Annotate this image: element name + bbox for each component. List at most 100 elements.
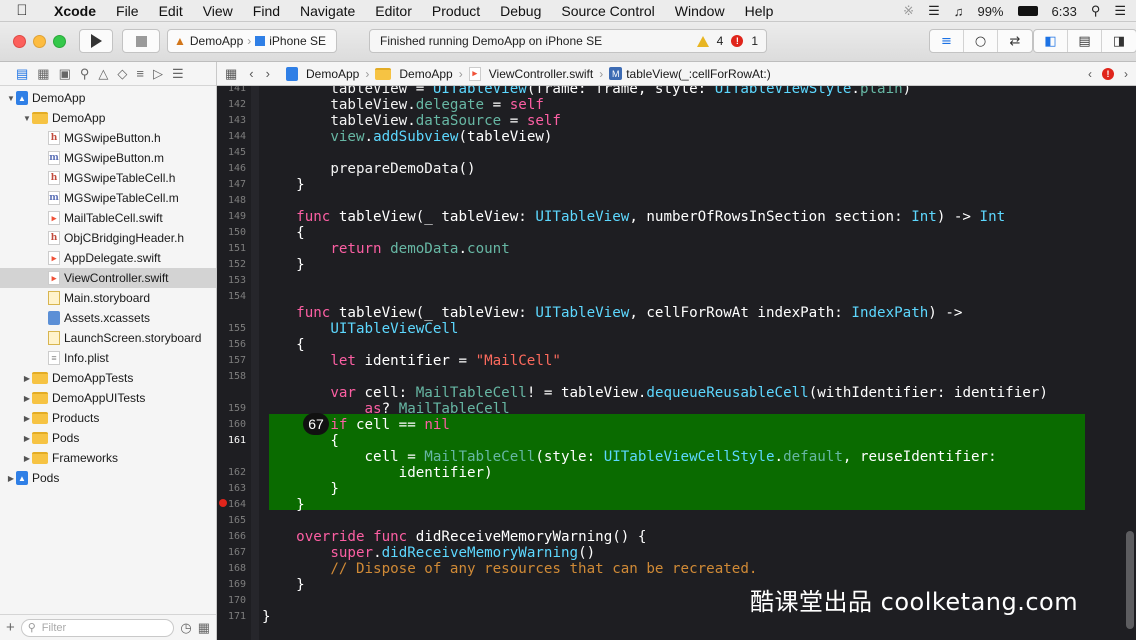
nav-item[interactable]: Main.storyboard [0, 288, 216, 308]
nav-item[interactable]: ▶ Products [0, 408, 216, 428]
line-number[interactable]: 149 [217, 209, 246, 225]
code-line[interactable]: tableView = UITableView(frame: frame, st… [262, 86, 911, 97]
line-number[interactable]: 158 [217, 369, 246, 385]
code-line[interactable]: view.addSubview(tableView) [262, 129, 552, 145]
line-number[interactable]: 153 [217, 273, 246, 289]
nav-item[interactable]: ▶ Frameworks [0, 448, 216, 468]
line-number[interactable]: 147 [217, 177, 246, 193]
breakpoint-navigator-icon[interactable]: ▷ [153, 66, 163, 82]
run-button[interactable] [79, 29, 113, 53]
project-navigator-icon[interactable]: ▤ [16, 66, 28, 82]
code-line[interactable]: } [262, 257, 305, 273]
spotlight-icon[interactable]: ⚲ [1091, 3, 1101, 19]
minimize-window-button[interactable] [33, 35, 46, 48]
line-number[interactable]: 159 [217, 401, 246, 417]
nav-item[interactable]: h ObjCBridgingHeader.h [0, 228, 216, 248]
menu-xcode[interactable]: Xcode [44, 3, 106, 19]
code-line[interactable]: let identifier = "MailCell" [262, 353, 561, 369]
debug-area-toggle-icon[interactable]: ▤ [1068, 30, 1102, 52]
line-number-gutter[interactable]: 141 142 143 144 145 146 147 148 149 150 151 152 153 1… [217, 86, 251, 640]
menu-edit[interactable]: Edit [149, 3, 193, 19]
line-number[interactable]: 151 [217, 241, 246, 257]
line-number[interactable]: 163 [217, 481, 246, 497]
line-number[interactable]: 165 [217, 513, 246, 529]
wifi-icon[interactable]: ☰ [928, 3, 940, 19]
nav-item[interactable]: ▶ ▲ Pods [0, 468, 216, 488]
disclosure-triangle-icon[interactable]: ▶ [22, 434, 32, 443]
code-line[interactable]: return demoData.count [262, 241, 509, 257]
line-number[interactable]: 162 [217, 465, 246, 481]
nav-item[interactable]: m MGSwipeButton.m [0, 148, 216, 168]
back-icon[interactable]: ‹ [249, 66, 253, 82]
line-number[interactable]: 166 [217, 529, 246, 545]
stop-button[interactable] [122, 29, 160, 53]
menu-window[interactable]: Window [665, 3, 735, 19]
activity-viewer[interactable]: Finished running DemoApp on iPhone SE 4 … [369, 29, 767, 53]
disclosure-triangle-icon[interactable]: ▶ [22, 374, 32, 383]
line-number[interactable]: 156 [217, 337, 246, 353]
report-navigator-icon[interactable]: ☰ [172, 66, 184, 82]
code-line[interactable]: } [262, 497, 305, 513]
test-navigator-icon[interactable]: ◇ [117, 66, 127, 82]
menu-source-control[interactable]: Source Control [551, 3, 664, 19]
disclosure-triangle-icon[interactable]: ▼ [6, 94, 16, 103]
warning-icon[interactable] [696, 35, 709, 47]
nav-item[interactable]: ▶ DemoAppUITests [0, 388, 216, 408]
source-editor[interactable]: 141 142 143 144 145 146 147 148 149 150 151 152 153 1… [217, 86, 1136, 640]
utilities-toggle-icon[interactable]: ◨ [1102, 30, 1136, 52]
apple-menu-icon[interactable]:  [0, 2, 44, 19]
code-line[interactable]: tableView.dataSource = self [262, 113, 561, 129]
nav-item[interactable]: ▶ DemoAppTests [0, 368, 216, 388]
line-number[interactable]: 152 [217, 257, 246, 273]
code-line[interactable]: as? MailTableCell [262, 401, 510, 417]
line-number[interactable]: 157 [217, 353, 246, 369]
debug-navigator-icon[interactable]: ≡ [136, 66, 144, 81]
line-number[interactable]: 169 [217, 577, 246, 593]
find-navigator-icon[interactable]: ⚲ [80, 66, 90, 82]
code-line[interactable]: prepareDemoData() [262, 161, 475, 177]
line-number[interactable]: 160 [217, 417, 246, 433]
bluetooth-icon[interactable]: ※ [903, 3, 914, 19]
code-line[interactable]: tableView.delegate = self [262, 97, 544, 113]
code-line[interactable]: if cell == nil [262, 417, 450, 433]
nav-item[interactable]: h MGSwipeTableCell.h [0, 168, 216, 188]
line-number[interactable]: 150 [217, 225, 246, 241]
error-marker-icon[interactable] [219, 499, 227, 507]
warning-count[interactable]: 4 [717, 34, 724, 48]
breadcrumb-project[interactable]: DemoApp [285, 66, 359, 81]
clock[interactable]: 6:33 [1052, 4, 1077, 19]
code-line[interactable]: } [262, 609, 271, 625]
previous-issue-icon[interactable]: ‹ [1088, 67, 1092, 81]
nav-item[interactable]: ≡ Info.plist [0, 348, 216, 368]
volume-icon[interactable]: ♫ [954, 4, 964, 19]
line-number[interactable]: 146 [217, 161, 246, 177]
navigator-toggle-icon[interactable]: ◧ [1034, 30, 1068, 52]
disclosure-triangle-icon[interactable]: ▶ [22, 394, 32, 403]
code-line[interactable]: cell = MailTableCell(style: UITableViewC… [262, 449, 996, 465]
disclosure-triangle-icon[interactable]: ▶ [6, 474, 16, 483]
line-number[interactable]: 167 [217, 545, 246, 561]
line-number[interactable]: 171 [217, 609, 246, 625]
related-items-icon[interactable]: ▦ [225, 66, 237, 82]
code-line[interactable]: identifier) [262, 465, 493, 481]
menu-file[interactable]: File [106, 3, 149, 19]
code-folding-ribbon[interactable] [251, 86, 259, 640]
line-number[interactable]: 148 [217, 193, 246, 209]
code-line[interactable]: { [262, 433, 339, 449]
line-number[interactable]: 154 [217, 289, 246, 305]
line-number[interactable]: 141 [217, 86, 246, 97]
code-line[interactable]: super.didReceiveMemoryWarning() [262, 545, 595, 561]
code-line[interactable]: } [262, 577, 305, 593]
zoom-window-button[interactable] [53, 35, 66, 48]
menu-help[interactable]: Help [735, 3, 784, 19]
scheme-selector[interactable]: ▲ DemoApp › iPhone SE [167, 29, 337, 53]
issue-navigator-icon[interactable]: △ [98, 66, 108, 82]
line-number[interactable]: 168 [217, 561, 246, 577]
nav-item[interactable]: m MGSwipeTableCell.m [0, 188, 216, 208]
line-number[interactable]: 155 [217, 321, 246, 337]
code-line[interactable]: } [262, 177, 305, 193]
menu-debug[interactable]: Debug [490, 3, 551, 19]
nav-item[interactable]: ▸ ViewController.swift [0, 268, 216, 288]
code-line[interactable]: func tableView(_ tableView: UITableView,… [262, 209, 1005, 225]
menu-view[interactable]: View [193, 3, 243, 19]
